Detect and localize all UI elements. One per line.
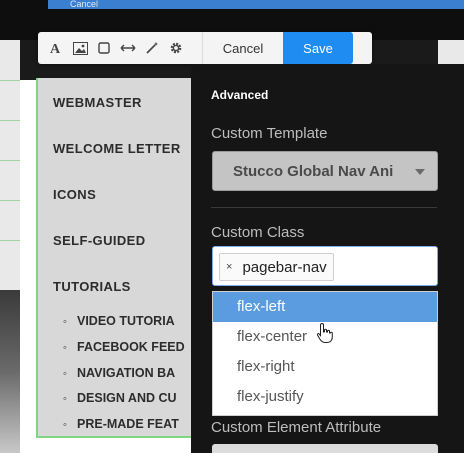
nav-item-welcome-letter[interactable]: WELCOME LETTER: [53, 141, 181, 156]
nav-item-self-guided[interactable]: SELF-GUIDED: [53, 233, 146, 248]
nav-item-icons[interactable]: ICONS: [53, 187, 96, 202]
nav-subitem-facebook-feed[interactable]: FACEBOOK FEED: [63, 340, 185, 354]
nav-item-webmaster[interactable]: WEBMASTER: [53, 95, 142, 110]
nav-subitem-navigation-bar[interactable]: NAVIGATION BA: [63, 366, 175, 380]
panel-title: Advanced: [211, 88, 269, 102]
background-left-strip: [0, 40, 20, 290]
chevron-down-icon: [415, 169, 425, 175]
page-navigation: WEBMASTER WELCOME LETTER ICONS SELF-GUID…: [36, 78, 208, 438]
custom-template-label: Custom Template: [211, 125, 328, 142]
nav-bottom-border: [38, 436, 208, 438]
nav-subitem-video-tutorials[interactable]: VIDEO TUTORIA: [63, 314, 175, 328]
class-tag-label: pagebar-nav: [242, 258, 327, 276]
custom-element-attribute-input[interactable]: [212, 444, 438, 453]
nav-subitem-pre-made-features[interactable]: PRE-MADE FEAT: [63, 417, 179, 431]
box-icon[interactable]: [92, 32, 116, 64]
save-button[interactable]: Save: [283, 32, 353, 64]
svg-text:A: A: [50, 42, 61, 55]
text-icon[interactable]: A: [44, 32, 68, 64]
gear-icon[interactable]: [164, 32, 188, 64]
cancel-button[interactable]: Cancel: [202, 32, 283, 64]
option-flex-left[interactable]: flex-left: [213, 292, 437, 322]
option-flex-justify[interactable]: flex-justify: [213, 382, 437, 412]
advanced-panel: Advanced Custom Template Stucco Global N…: [191, 64, 464, 453]
custom-element-attribute-label: Custom Element Attribute: [211, 419, 382, 436]
nav-subitem-design-and-customization[interactable]: DESIGN AND CU: [63, 391, 177, 405]
element-toolbar: A Cancel Save: [38, 32, 372, 64]
remove-tag-icon[interactable]: ×: [226, 261, 232, 273]
custom-class-input[interactable]: × pagebar-nav: [212, 246, 438, 286]
width-icon[interactable]: [116, 32, 140, 64]
class-suggestions-dropdown: flex-left flex-center flex-right flex-ju…: [212, 291, 438, 416]
background-topbar: Cancel: [48, 0, 464, 9]
divider: [211, 207, 437, 208]
option-flex-right[interactable]: flex-right: [213, 352, 437, 382]
custom-class-label: Custom Class: [211, 224, 305, 241]
hand-cursor-icon: [316, 322, 333, 343]
nav-item-tutorials[interactable]: TUTORIALS: [53, 279, 131, 294]
class-tag: × pagebar-nav: [219, 253, 334, 281]
custom-template-select[interactable]: Stucco Global Nav Ani: [212, 151, 438, 191]
image-icon[interactable]: [68, 32, 92, 64]
background-cancel-label[interactable]: Cancel: [70, 0, 98, 9]
custom-template-value: Stucco Global Nav Ani: [233, 163, 394, 180]
magic-wand-icon[interactable]: [140, 32, 164, 64]
